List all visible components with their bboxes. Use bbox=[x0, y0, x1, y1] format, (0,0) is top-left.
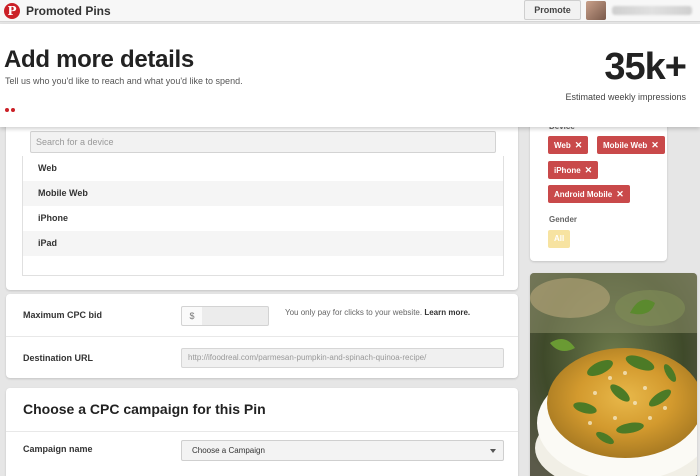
close-icon[interactable]: ✕ bbox=[575, 140, 583, 150]
chevron-down-icon bbox=[490, 449, 496, 453]
close-icon[interactable]: ✕ bbox=[585, 165, 593, 175]
divider bbox=[6, 431, 518, 432]
close-icon[interactable]: ✕ bbox=[651, 140, 659, 150]
gender-tag-all[interactable]: All bbox=[548, 230, 571, 248]
device-tag-web[interactable]: Web ✕ bbox=[548, 136, 589, 154]
cpc-note: You only pay for clicks to your website.… bbox=[285, 306, 470, 320]
step-dot bbox=[5, 108, 9, 112]
campaign-name-label: Campaign name bbox=[23, 444, 93, 454]
campaign-select[interactable]: Choose a Campaign bbox=[181, 440, 504, 461]
device-tag-android-mobile[interactable]: Android Mobile ✕ bbox=[548, 185, 630, 203]
cpc-bid-input[interactable] bbox=[202, 306, 269, 326]
step-dot bbox=[11, 108, 15, 112]
device-search-input[interactable]: Search for a device bbox=[30, 131, 496, 153]
details-header: Add more details Tell us who you'd like … bbox=[0, 24, 700, 127]
gender-label: Gender bbox=[549, 215, 578, 224]
pin-image bbox=[530, 273, 697, 476]
device-option-mobile-web[interactable]: Mobile Web bbox=[23, 181, 503, 206]
bid-url-card: Maximum CPC bid $ You only pay for click… bbox=[6, 294, 518, 378]
learn-more-link[interactable]: Learn more. bbox=[424, 308, 470, 317]
progress-dots bbox=[5, 99, 17, 117]
device-selector-card: Search for a device Web Mobile Web iPhon… bbox=[6, 110, 518, 290]
device-option-partial[interactable] bbox=[23, 256, 503, 275]
impressions-label: Estimated weekly impressions bbox=[565, 92, 686, 102]
device-dropdown-list[interactable]: Web Mobile Web iPhone iPad bbox=[22, 156, 504, 276]
avatar[interactable] bbox=[586, 1, 606, 20]
campaign-select-value: Choose a Campaign bbox=[192, 446, 265, 455]
device-tag-label: Mobile Web bbox=[603, 141, 648, 150]
device-option-ipad[interactable]: iPad bbox=[23, 231, 503, 256]
impressions-value: 35k+ bbox=[604, 46, 687, 88]
pinterest-logo-icon[interactable]: P bbox=[4, 3, 20, 19]
cpc-bid-label: Maximum CPC bid bbox=[23, 310, 103, 320]
cpc-note-text: You only pay for clicks to your website. bbox=[285, 308, 423, 317]
currency-symbol: $ bbox=[181, 306, 203, 326]
campaign-card: Choose a CPC campaign for this Pin Campa… bbox=[6, 388, 518, 476]
app-title[interactable]: Promoted Pins bbox=[26, 3, 111, 19]
quinoa-bowl-photo bbox=[530, 273, 697, 476]
close-icon[interactable]: ✕ bbox=[616, 189, 624, 199]
promote-button[interactable]: Promote bbox=[524, 0, 581, 20]
divider bbox=[6, 336, 518, 337]
device-tag-label: iPhone bbox=[554, 166, 581, 175]
device-option-iphone[interactable]: iPhone bbox=[23, 206, 503, 231]
device-option-web[interactable]: Web bbox=[23, 156, 503, 181]
device-tag-iphone[interactable]: iPhone ✕ bbox=[548, 161, 599, 179]
device-tag-mobile-web[interactable]: Mobile Web ✕ bbox=[597, 136, 665, 154]
impressions-estimate: 35k+ Estimated weekly impressions bbox=[565, 46, 687, 103]
destination-url-input[interactable]: http://ifoodreal.com/parmesan-pumpkin-an… bbox=[181, 348, 504, 368]
destination-url-label: Destination URL bbox=[23, 353, 94, 363]
page-title: Add more details bbox=[4, 46, 194, 73]
campaign-section-title: Choose a CPC campaign for this Pin bbox=[23, 401, 266, 417]
top-bar: P Promoted Pins Promote bbox=[0, 0, 700, 22]
device-tag-label: Web bbox=[554, 141, 571, 150]
device-tag-label: Android Mobile bbox=[554, 190, 613, 199]
targeting-summary-card: Device Web✕ Mobile Web✕ iPhone✕ Android … bbox=[530, 110, 667, 261]
page-subtitle: Tell us who you'd like to reach and what… bbox=[5, 76, 243, 86]
username-blurred[interactable] bbox=[612, 6, 692, 15]
